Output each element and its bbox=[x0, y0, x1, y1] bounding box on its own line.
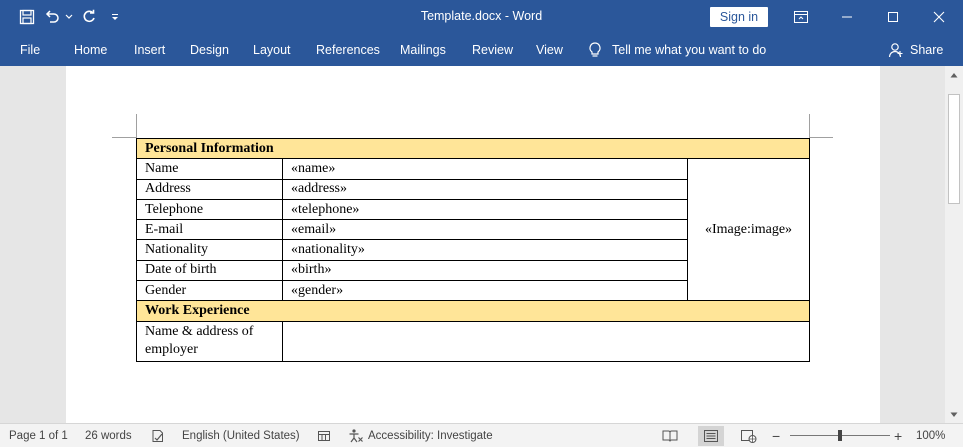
merge-field[interactable]: «name» bbox=[282, 158, 688, 180]
personal-info-header: Personal Information bbox=[135, 137, 811, 160]
work-experience-header: Work Experience bbox=[135, 300, 811, 322]
tab-file[interactable]: File bbox=[20, 34, 40, 66]
ribbon-tabs: File Home Insert Design Layout Reference… bbox=[0, 34, 963, 66]
accessibility-status[interactable]: Accessibility: Investigate bbox=[368, 424, 493, 447]
proofing-icon[interactable] bbox=[150, 428, 166, 444]
image-merge-field[interactable]: «Image:image» bbox=[686, 158, 811, 302]
close-icon[interactable] bbox=[916, 0, 962, 34]
page-count[interactable]: Page 1 of 1 bbox=[9, 424, 68, 447]
minimize-icon[interactable] bbox=[824, 0, 870, 34]
field-label: E-mail bbox=[136, 219, 283, 241]
share-person-icon bbox=[888, 42, 904, 58]
tab-view[interactable]: View bbox=[536, 34, 563, 66]
field-label: Gender bbox=[136, 280, 283, 302]
macro-icon[interactable] bbox=[316, 428, 332, 444]
merge-field[interactable]: «gender» bbox=[282, 280, 688, 302]
document-page[interactable]: Personal Information Name «name» «Image:… bbox=[66, 66, 880, 423]
scroll-up-icon[interactable] bbox=[945, 66, 963, 83]
merge-field[interactable]: «nationality» bbox=[282, 239, 688, 261]
quick-access-toolbar bbox=[14, 6, 126, 28]
tab-mailings[interactable]: Mailings bbox=[400, 34, 446, 66]
tab-design[interactable]: Design bbox=[190, 34, 229, 66]
merge-field[interactable]: «address» bbox=[282, 178, 688, 200]
merge-field[interactable]: «email» bbox=[282, 219, 688, 241]
web-layout-icon[interactable] bbox=[741, 428, 757, 444]
merge-field[interactable]: «telephone» bbox=[282, 198, 688, 221]
tell-me-label: Tell me what you want to do bbox=[612, 43, 767, 57]
zoom-out-button[interactable]: − bbox=[772, 424, 780, 447]
zoom-level[interactable]: 100% bbox=[916, 424, 945, 447]
print-layout-icon[interactable] bbox=[698, 426, 724, 446]
undo-dropdown-icon[interactable] bbox=[64, 6, 74, 28]
field-label: Telephone bbox=[136, 198, 283, 221]
scroll-thumb[interactable] bbox=[948, 94, 960, 204]
crop-mark bbox=[136, 114, 137, 138]
crop-mark bbox=[112, 137, 136, 138]
sign-in-button[interactable]: Sign in bbox=[710, 7, 768, 27]
resume-template-table: Personal Information Name «name» «Image:… bbox=[135, 137, 811, 362]
zoom-slider-thumb[interactable] bbox=[838, 430, 842, 441]
customize-qat-icon[interactable] bbox=[104, 6, 126, 28]
employer-value-cell[interactable] bbox=[281, 320, 811, 362]
merge-field[interactable]: «birth» bbox=[282, 259, 688, 282]
document-area: Personal Information Name «name» «Image:… bbox=[0, 66, 945, 423]
zoom-in-button[interactable]: + bbox=[894, 424, 902, 447]
share-button[interactable]: Share bbox=[888, 34, 943, 66]
status-bar: Page 1 of 1 26 words English (United Sta… bbox=[0, 423, 963, 447]
crop-mark bbox=[809, 114, 810, 138]
tab-review[interactable]: Review bbox=[472, 34, 513, 66]
vertical-scrollbar[interactable] bbox=[945, 66, 963, 423]
scroll-down-icon[interactable] bbox=[945, 406, 963, 423]
redo-icon[interactable] bbox=[74, 6, 104, 28]
tab-home[interactable]: Home bbox=[74, 34, 107, 66]
crop-mark bbox=[809, 137, 833, 138]
ribbon-display-icon[interactable] bbox=[778, 0, 824, 34]
tell-me-search[interactable]: Tell me what you want to do bbox=[588, 34, 766, 66]
maximize-icon[interactable] bbox=[870, 0, 916, 34]
language[interactable]: English (United States) bbox=[182, 424, 300, 447]
lightbulb-icon bbox=[588, 42, 602, 58]
field-label: Name bbox=[136, 158, 283, 180]
field-label: Nationality bbox=[136, 239, 283, 261]
field-label: Address bbox=[136, 178, 283, 200]
word-count[interactable]: 26 words bbox=[85, 424, 132, 447]
title-bar: Template.docx - Word Sign in bbox=[0, 0, 963, 34]
share-label: Share bbox=[910, 43, 944, 57]
tab-layout[interactable]: Layout bbox=[253, 34, 291, 66]
read-mode-icon[interactable] bbox=[662, 428, 678, 444]
undo-icon[interactable] bbox=[40, 6, 64, 28]
field-label: Date of birth bbox=[136, 259, 283, 282]
tab-insert[interactable]: Insert bbox=[134, 34, 165, 66]
tab-references[interactable]: References bbox=[316, 34, 380, 66]
accessibility-icon[interactable] bbox=[348, 428, 364, 444]
save-icon[interactable] bbox=[14, 6, 40, 28]
employer-label: Name & address of employer bbox=[136, 320, 283, 362]
